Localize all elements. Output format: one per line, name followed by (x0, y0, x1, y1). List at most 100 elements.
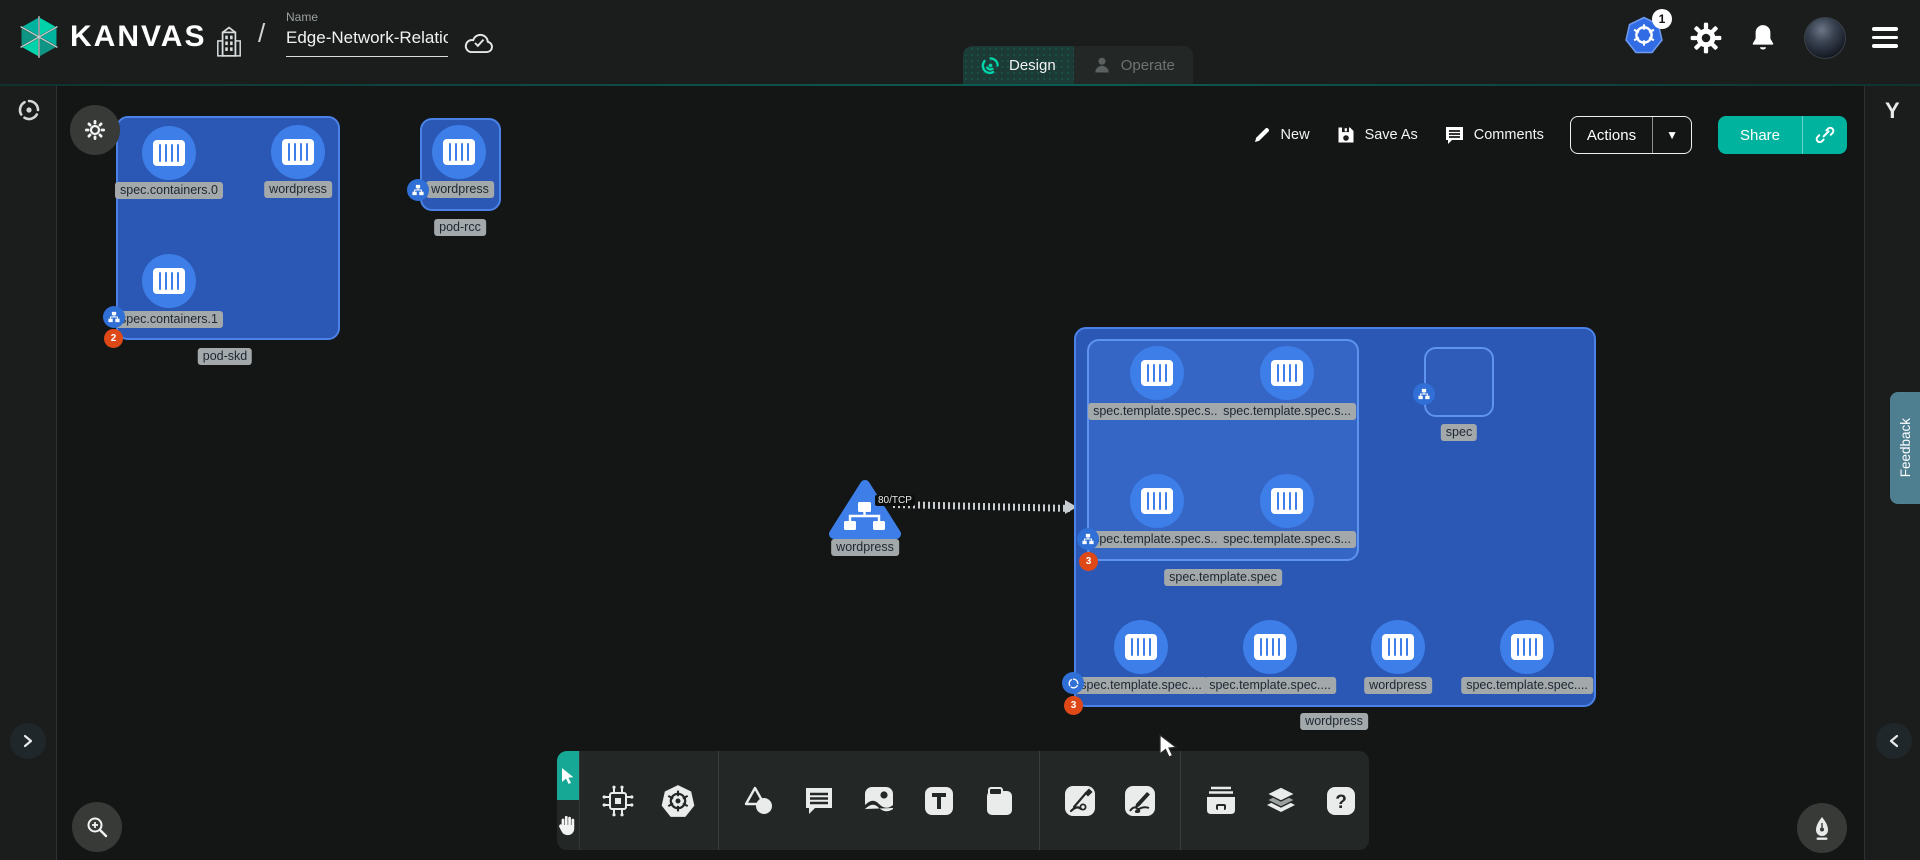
pan-tool-button[interactable] (557, 800, 579, 850)
yaml-panel-icon[interactable]: Y (1885, 98, 1900, 124)
zoom-in-magnifier-icon (85, 815, 109, 839)
group-spec-template-spec[interactable] (1087, 339, 1359, 561)
k8s-context-count-badge: 1 (1652, 9, 1672, 29)
container-icon (153, 140, 185, 166)
user-avatar[interactable] (1804, 17, 1846, 59)
k8s-context-button[interactable]: 1 (1624, 16, 1664, 59)
brand[interactable]: KANVAS (18, 14, 206, 60)
canvas-settings-button[interactable] (70, 105, 120, 155)
group-label-pod-skd: pod-skd (198, 348, 252, 365)
node-label-spec: spec (1441, 424, 1477, 441)
node-spec[interactable] (1424, 347, 1494, 417)
new-button[interactable]: New (1252, 125, 1310, 145)
group-label-deployment: wordpress (1300, 713, 1368, 730)
relationship-badge[interactable] (1413, 383, 1435, 405)
menu-hamburger-icon[interactable] (1872, 27, 1898, 48)
help-tool-button[interactable]: ? (1311, 751, 1371, 850)
relationship-badge[interactable] (407, 179, 429, 201)
comment-tool-button[interactable] (789, 751, 849, 850)
swirl-badge-icon (1067, 677, 1080, 690)
node-label: wordpress (264, 181, 332, 198)
relationship-badge[interactable] (1062, 672, 1084, 694)
settings-gear-icon[interactable] (1690, 22, 1722, 54)
layers-tool-button[interactable] (1251, 751, 1311, 850)
node-container-bottom-3[interactable] (1500, 620, 1554, 674)
design-canvas[interactable]: New Save As Comments (57, 86, 1864, 860)
tab-operate[interactable]: Operate (1074, 46, 1193, 84)
save-floppy-icon (1336, 125, 1356, 145)
sitemap-icon (108, 311, 120, 323)
design-name-input[interactable]: Edge-Network-Relatio (286, 28, 448, 57)
issue-count-badge[interactable]: 2 (104, 329, 123, 348)
app-header: KANVAS / Name Edge-Network-Relatio (0, 0, 1920, 84)
node-container-template-1[interactable] (1260, 346, 1314, 400)
node-label: spec.template.spec.s... (1088, 403, 1226, 420)
comments-button[interactable]: Comments (1444, 125, 1544, 145)
node-container-spec-containers-1[interactable] (142, 254, 196, 308)
drawer-tool-button[interactable] (1191, 751, 1251, 850)
node-label: spec.template.spec.... (1204, 677, 1336, 694)
chevron-left-icon (1887, 734, 1901, 748)
node-label: spec.template.spec.s... (1218, 531, 1356, 548)
node-container-template-0[interactable] (1130, 346, 1184, 400)
design-panel-swirl-icon[interactable] (17, 98, 41, 122)
actions-dropdown-caret[interactable]: ▼ (1652, 117, 1691, 153)
pencil-new-icon (1252, 125, 1272, 145)
feedback-tab[interactable]: Feedback (1890, 392, 1920, 504)
save-as-button[interactable]: Save As (1336, 125, 1418, 145)
node-container-bottom-0[interactable] (1114, 620, 1168, 674)
node-container-spec-containers-0[interactable] (142, 126, 196, 180)
issue-count-badge[interactable]: 3 (1079, 552, 1098, 571)
node-label: wordpress (1364, 677, 1432, 694)
node-label: spec.template.spec.s... (1088, 531, 1226, 548)
note-tool-button[interactable] (969, 751, 1029, 850)
edge-service-to-deployment[interactable] (893, 501, 1073, 512)
chip-components-icon (601, 784, 635, 818)
zoom-button[interactable] (72, 802, 122, 852)
text-tool-button[interactable] (909, 751, 969, 850)
shapes-tool-button[interactable] (729, 751, 789, 850)
node-container-template-2[interactable] (1130, 474, 1184, 528)
chevron-right-icon (21, 734, 35, 748)
node-container-wordpress-1[interactable] (271, 125, 325, 179)
feedback-label: Feedback (1898, 418, 1913, 477)
freehand-pen-button[interactable] (1797, 803, 1847, 853)
tab-design[interactable]: Design (963, 46, 1074, 84)
container-icon (1141, 488, 1173, 514)
save-as-label: Save As (1365, 127, 1418, 143)
group-label-spec-template-spec: spec.template.spec (1164, 569, 1282, 586)
doodle-tool-button[interactable] (1110, 751, 1170, 850)
toolbar-icons-row: ? (580, 751, 1371, 850)
select-tool-button[interactable] (557, 751, 579, 800)
copy-link-button[interactable] (1802, 116, 1847, 154)
node-container-bottom-1[interactable] (1243, 620, 1297, 674)
image-tool-button[interactable] (849, 751, 909, 850)
toolbar-divider (1039, 751, 1040, 850)
relationship-badge[interactable] (1077, 528, 1099, 550)
pen-nib-icon (1810, 815, 1834, 841)
issue-count-badge[interactable]: 3 (1064, 696, 1083, 715)
relationship-badge[interactable] (103, 306, 125, 328)
container-icon (153, 268, 185, 294)
node-container-bottom-2[interactable] (1371, 620, 1425, 674)
node-service-wordpress[interactable] (829, 478, 901, 540)
mode-tabs: Design Operate (963, 46, 1193, 84)
container-icon (1271, 488, 1303, 514)
actions-split-button[interactable]: Actions ▼ (1570, 116, 1692, 154)
organization-icon[interactable] (216, 26, 242, 58)
kubernetes-tool-button[interactable] (648, 751, 708, 850)
kanvas-logo-icon (18, 14, 60, 60)
share-split-button[interactable]: Share (1718, 116, 1847, 154)
expand-left-panel-button[interactable] (10, 723, 46, 759)
components-tool-button[interactable] (588, 751, 648, 850)
node-container-wordpress-rcc[interactable] (432, 125, 486, 179)
text-icon (923, 785, 955, 817)
pen-tool-button[interactable] (1050, 751, 1110, 850)
expand-right-panel-button[interactable] (1876, 723, 1912, 759)
tab-design-label: Design (1009, 57, 1056, 74)
container-icon (1382, 634, 1414, 660)
node-container-template-3[interactable] (1260, 474, 1314, 528)
node-label: spec.template.spec.... (1461, 677, 1593, 694)
pointer-tools-column (557, 751, 580, 850)
notifications-bell-icon[interactable] (1748, 22, 1778, 54)
